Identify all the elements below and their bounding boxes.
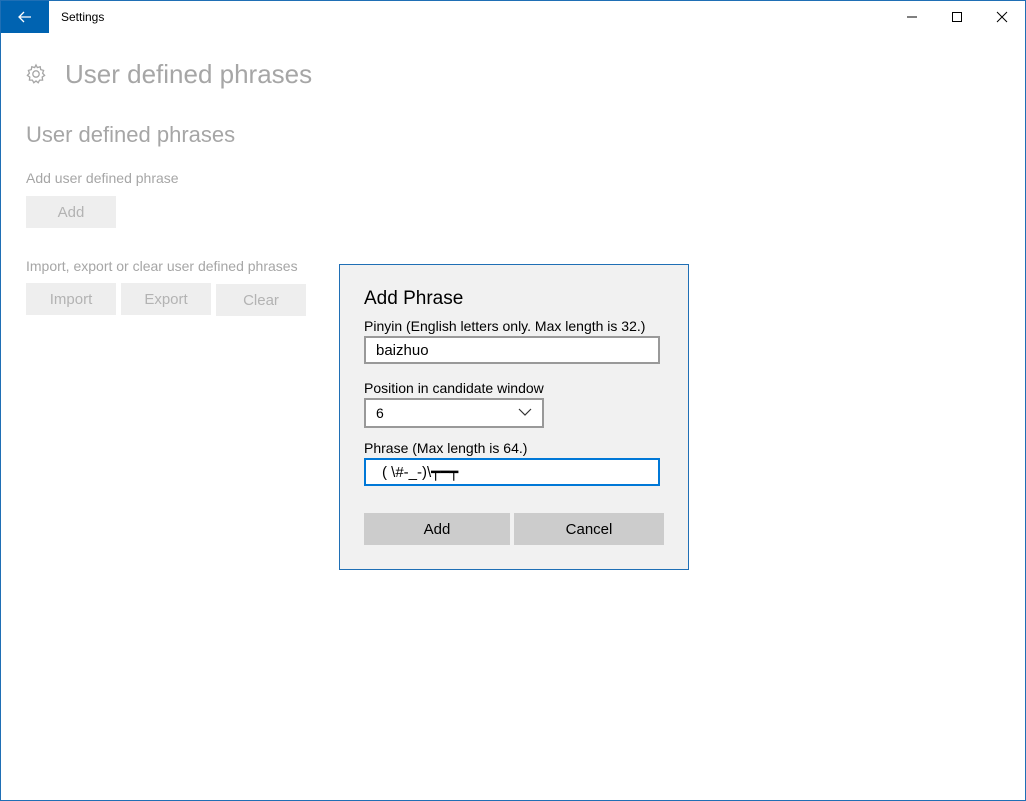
dialog-add-button[interactable]: Add (364, 513, 510, 545)
pinyin-input[interactable] (364, 336, 660, 364)
clear-button[interactable]: Clear (216, 284, 306, 316)
minimize-button[interactable] (889, 1, 935, 33)
add-phrase-button[interactable]: Add (26, 196, 116, 228)
phrase-input[interactable] (364, 458, 660, 486)
section-title: User defined phrases (26, 122, 236, 147)
minimize-icon (907, 16, 917, 18)
position-select[interactable]: 6 (364, 398, 544, 428)
gear-icon (26, 63, 46, 84)
settings-window: Settings User defined phrases User defin… (0, 0, 1026, 801)
dialog-title: Add Phrase (364, 288, 464, 309)
maximize-button[interactable] (934, 1, 980, 33)
import-button[interactable]: Import (26, 283, 116, 315)
page-title: User defined phrases (65, 58, 313, 89)
title-bar: Settings (1, 1, 1025, 33)
close-icon (996, 11, 1008, 23)
pinyin-label: Pinyin (English letters only. Max length… (364, 318, 646, 334)
maximize-icon (952, 12, 962, 22)
add-phrase-label: Add user defined phrase (26, 170, 179, 186)
import-export-label: Import, export or clear user defined phr… (26, 258, 298, 274)
dialog-cancel-button[interactable]: Cancel (514, 513, 664, 545)
back-arrow-icon (18, 11, 31, 23)
chevron-down-icon (518, 408, 532, 416)
add-phrase-dialog: Add Phrase Pinyin (English letters only.… (339, 264, 689, 570)
position-value: 6 (376, 405, 384, 421)
export-button[interactable]: Export (121, 283, 211, 315)
window-title: Settings (61, 10, 105, 24)
page-header: User defined phrases (25, 57, 312, 91)
back-button[interactable] (1, 1, 49, 33)
phrase-label: Phrase (Max length is 64.) (364, 440, 528, 456)
close-button[interactable] (979, 1, 1025, 33)
position-label: Position in candidate window (364, 380, 544, 396)
